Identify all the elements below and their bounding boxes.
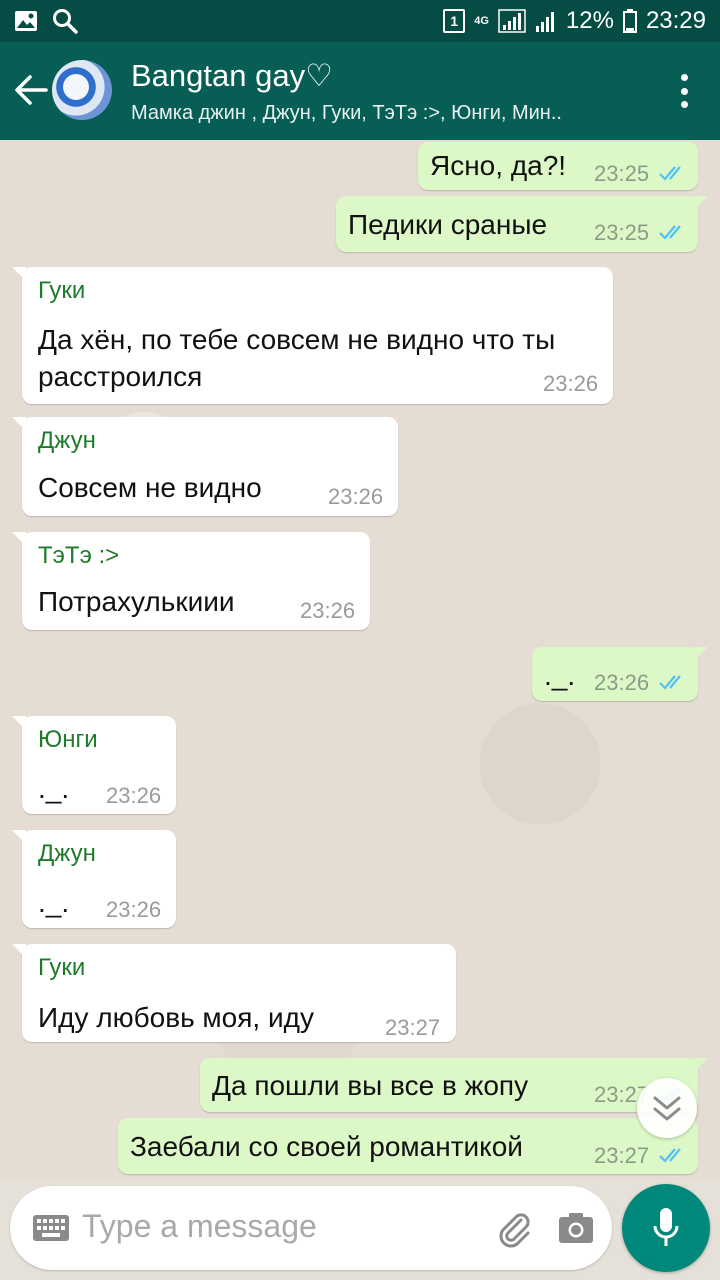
message-time: 23:26 bbox=[543, 371, 599, 396]
chat-members[interactable]: Мамка джин , Джун, Гуки, ТэТэ :>, Юнги, … bbox=[131, 102, 631, 125]
message-time: 23:26 bbox=[106, 783, 162, 808]
message-time: 23:25 bbox=[594, 161, 650, 186]
double-chevron-down-icon bbox=[653, 1096, 681, 1121]
message-outgoing[interactable]: Ясно, да?! 23:25 bbox=[418, 142, 698, 190]
camera-icon[interactable] bbox=[556, 1208, 596, 1248]
network-type: 4G bbox=[474, 14, 489, 27]
chat-title[interactable]: Bangtan gay♡ bbox=[131, 58, 333, 94]
message-incoming[interactable]: Гуки Иду любовь моя, иду 23:27 bbox=[12, 944, 456, 1042]
read-ticks-icon bbox=[659, 1148, 681, 1163]
message-text: ._. bbox=[38, 773, 70, 804]
message-incoming[interactable]: ТэТэ :> Потрахулькиии 23:26 bbox=[12, 532, 370, 630]
message-composer[interactable]: Type a message bbox=[10, 1186, 612, 1270]
battery-percent: 12% bbox=[565, 7, 614, 34]
message-incoming[interactable]: Джун ._. 23:26 bbox=[12, 830, 176, 928]
message-text: Совсем не видно bbox=[38, 472, 262, 503]
message-text: Ясно, да?! bbox=[430, 150, 567, 181]
sender-name: Юнги bbox=[38, 726, 98, 753]
battery-icon bbox=[622, 9, 637, 33]
signal-icon bbox=[498, 9, 526, 33]
search-icon bbox=[53, 9, 78, 34]
paperclip-icon[interactable] bbox=[494, 1208, 534, 1248]
message-outgoing[interactable]: Заебали со своей романтикой 23:27 bbox=[118, 1118, 698, 1174]
signal-icon-2 bbox=[535, 12, 554, 32]
message-text: ._. bbox=[544, 660, 576, 691]
more-vert-icon[interactable] bbox=[678, 74, 690, 108]
message-time: 23:26 bbox=[594, 670, 650, 695]
message-incoming[interactable]: Джун Совсем не видно 23:26 bbox=[12, 417, 398, 516]
message-time: 23:27 bbox=[594, 1143, 650, 1168]
message-text: Заебали со своей романтикой bbox=[130, 1131, 523, 1162]
message-time: 23:26 bbox=[300, 598, 356, 623]
sender-name: Гуки bbox=[38, 954, 86, 981]
message-text: Да пошли вы все в жопу bbox=[212, 1070, 529, 1101]
voice-record-button[interactable] bbox=[622, 1184, 710, 1272]
status-time: 23:29 bbox=[645, 7, 706, 34]
status-right: 1 4G 12% 23:29 bbox=[443, 7, 706, 35]
sender-name: Джун bbox=[38, 427, 96, 454]
message-time: 23:27 bbox=[385, 1015, 441, 1040]
read-ticks-icon bbox=[659, 225, 681, 240]
status-left bbox=[14, 8, 78, 34]
mic-icon bbox=[653, 1208, 679, 1246]
message-outgoing[interactable]: ._. 23:26 bbox=[532, 647, 708, 701]
sender-name: ТэТэ :> bbox=[38, 542, 120, 569]
message-text: ._. bbox=[38, 887, 70, 918]
status-bar: 1 4G 12% 23:29 bbox=[0, 0, 720, 42]
read-ticks-icon bbox=[659, 166, 681, 181]
message-text: Да хён, по тебе совсем не видно что ты р… bbox=[38, 324, 556, 392]
sender-name: Гуки bbox=[38, 277, 86, 304]
gallery-icon bbox=[15, 11, 37, 31]
message-text: Педики сраные bbox=[348, 209, 548, 240]
chat-header: Bangtan gay♡ Мамка джин , Джун, Гуки, Тэ… bbox=[0, 42, 720, 140]
message-time: 23:26 bbox=[328, 484, 384, 509]
arrow-left-icon[interactable] bbox=[12, 70, 52, 110]
message-incoming[interactable]: Юнги ._. 23:26 bbox=[12, 716, 176, 814]
message-list[interactable]: Ясно, да?! 23:25 Педики сраные 23:25 Гук… bbox=[0, 140, 720, 1180]
message-input[interactable]: Type a message bbox=[82, 1208, 317, 1245]
group-avatar[interactable] bbox=[52, 60, 112, 120]
message-incoming[interactable]: Гуки Да хён, по тебе совсем не видно что… bbox=[12, 267, 613, 404]
message-text: Иду любовь моя, иду bbox=[38, 1002, 314, 1033]
sim-slot-badge: 1 bbox=[443, 9, 466, 33]
read-ticks-icon bbox=[659, 675, 681, 690]
message-outgoing[interactable]: Педики сраные 23:25 bbox=[336, 196, 708, 252]
scroll-to-bottom-button[interactable] bbox=[637, 1078, 697, 1138]
message-time: 23:25 bbox=[594, 220, 650, 245]
keyboard-icon[interactable] bbox=[32, 1214, 70, 1242]
message-time: 23:26 bbox=[106, 897, 162, 922]
message-outgoing[interactable]: Да пошли вы все в жопу 23:27 bbox=[200, 1058, 708, 1112]
message-text: Потрахулькиии bbox=[38, 586, 235, 617]
sender-name: Джун bbox=[38, 840, 96, 867]
